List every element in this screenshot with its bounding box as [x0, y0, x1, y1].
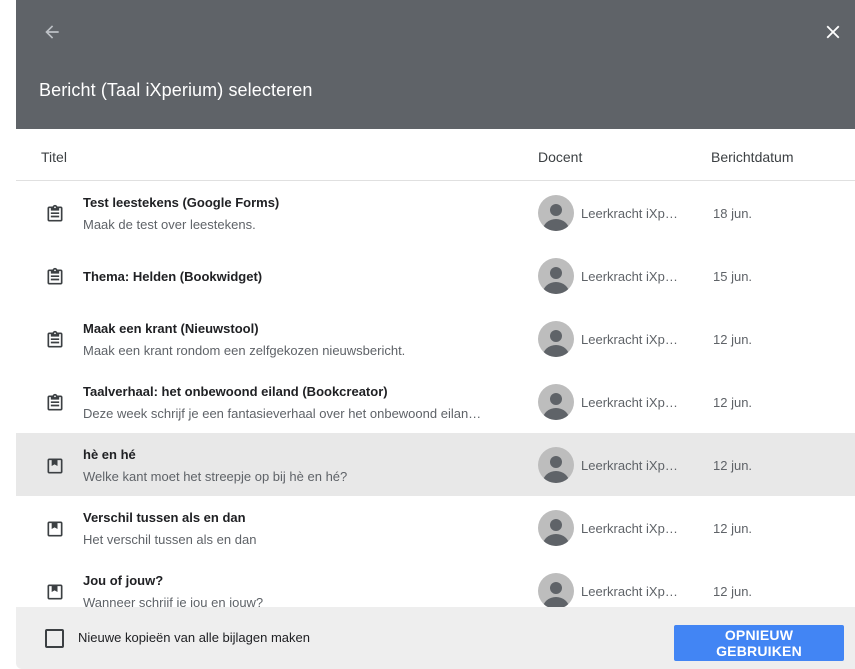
arrow-back-icon: [45, 25, 59, 39]
dialog-header: Bericht (Taal iXperium) selecteren: [16, 0, 855, 129]
post-title: Thema: Helden (Bookwidget): [83, 269, 263, 284]
post-description: Deze week schrijf je een fantasieverhaal…: [83, 406, 482, 421]
teacher-name: Leerkracht iXp…: [581, 521, 678, 536]
teacher-avatar: [538, 321, 574, 357]
post-date: 12 jun.: [713, 332, 753, 347]
dialog-title: Bericht (Taal iXperium) selecteren: [39, 80, 313, 100]
post-description: Maak de test over leestekens.: [83, 217, 256, 232]
assignment-icon: [44, 203, 66, 225]
teacher-avatar: [538, 258, 574, 294]
dialog-footer: Nieuwe kopieën van alle bijlagen maken O…: [16, 607, 855, 669]
post-row[interactable]: Taalverhaal: het onbewoond eiland (Bookc…: [16, 370, 855, 433]
post-title: hè en hé: [83, 447, 136, 462]
column-date: Berichtdatum: [711, 149, 794, 165]
teacher-avatar: [538, 573, 574, 609]
page-backdrop: [0, 0, 16, 669]
post-description: Het verschil tussen als en dan: [83, 532, 257, 547]
post-date: 12 jun.: [713, 395, 753, 410]
post-row[interactable]: hè en hé Welke kant moet het streepje op …: [16, 433, 855, 496]
assignment-icon: [44, 329, 66, 351]
post-date: 12 jun.: [713, 521, 753, 536]
post-title: Taalverhaal: het onbewoond eiland (Bookc…: [83, 384, 388, 399]
teacher-name: Leerkracht iXp…: [581, 458, 678, 473]
teacher-name: Leerkracht iXp…: [581, 332, 678, 347]
reuse-button[interactable]: OPNIEUW GEBRUIKEN: [674, 625, 844, 661]
post-title: Verschil tussen als en dan: [83, 510, 246, 525]
post-title: Jou of jouw?: [83, 573, 164, 588]
post-description: Welke kant moet het streepje op bij hè e…: [83, 469, 348, 484]
teacher-avatar: [538, 447, 574, 483]
teacher-name: Leerkracht iXp…: [581, 269, 678, 284]
column-teacher: Docent: [538, 149, 583, 165]
material-icon: [44, 581, 66, 603]
teacher-name: Leerkracht iXp…: [581, 395, 678, 410]
post-date: 18 jun.: [713, 206, 753, 221]
reuse-post-dialog: Bericht (Taal iXperium) selecteren Titel…: [16, 0, 855, 669]
post-list: Test leestekens (Google Forms) Maak de te…: [16, 181, 855, 622]
material-icon: [44, 518, 66, 540]
post-row[interactable]: Test leestekens (Google Forms) Maak de te…: [16, 181, 855, 244]
copy-attachments-label: Nieuwe kopieën van alle bijlagen maken: [78, 630, 310, 645]
post-row[interactable]: Verschil tussen als en dan Het verschil t…: [16, 496, 855, 559]
post-date: 12 jun.: [713, 584, 753, 599]
post-row[interactable]: Maak een krant (Nieuwstool) Maak een kran…: [16, 307, 855, 370]
teacher-avatar: [538, 384, 574, 420]
post-description: Maak een krant rondom een zelfgekozen ni…: [83, 343, 406, 358]
post-date: 15 jun.: [713, 269, 753, 284]
copy-attachments-checkbox[interactable]: [45, 629, 64, 648]
teacher-avatar: [538, 195, 574, 231]
teacher-name: Leerkracht iXp…: [581, 206, 678, 221]
assignment-icon: [44, 266, 66, 288]
post-title: Test leestekens (Google Forms): [83, 195, 280, 210]
close-icon: [826, 25, 840, 39]
teacher-name: Leerkracht iXp…: [581, 584, 678, 599]
close-button[interactable]: [815, 14, 851, 50]
post-row[interactable]: Thema: Helden (Bookwidget) Leerkracht iXp…: [16, 244, 855, 307]
material-icon: [44, 455, 66, 477]
column-title: Titel: [41, 149, 67, 165]
post-date: 12 jun.: [713, 458, 753, 473]
post-title: Maak een krant (Nieuwstool): [83, 321, 259, 336]
assignment-icon: [44, 392, 66, 414]
back-button[interactable]: [34, 14, 70, 50]
teacher-avatar: [538, 510, 574, 546]
column-header: Titel Docent Berichtdatum: [16, 129, 855, 181]
